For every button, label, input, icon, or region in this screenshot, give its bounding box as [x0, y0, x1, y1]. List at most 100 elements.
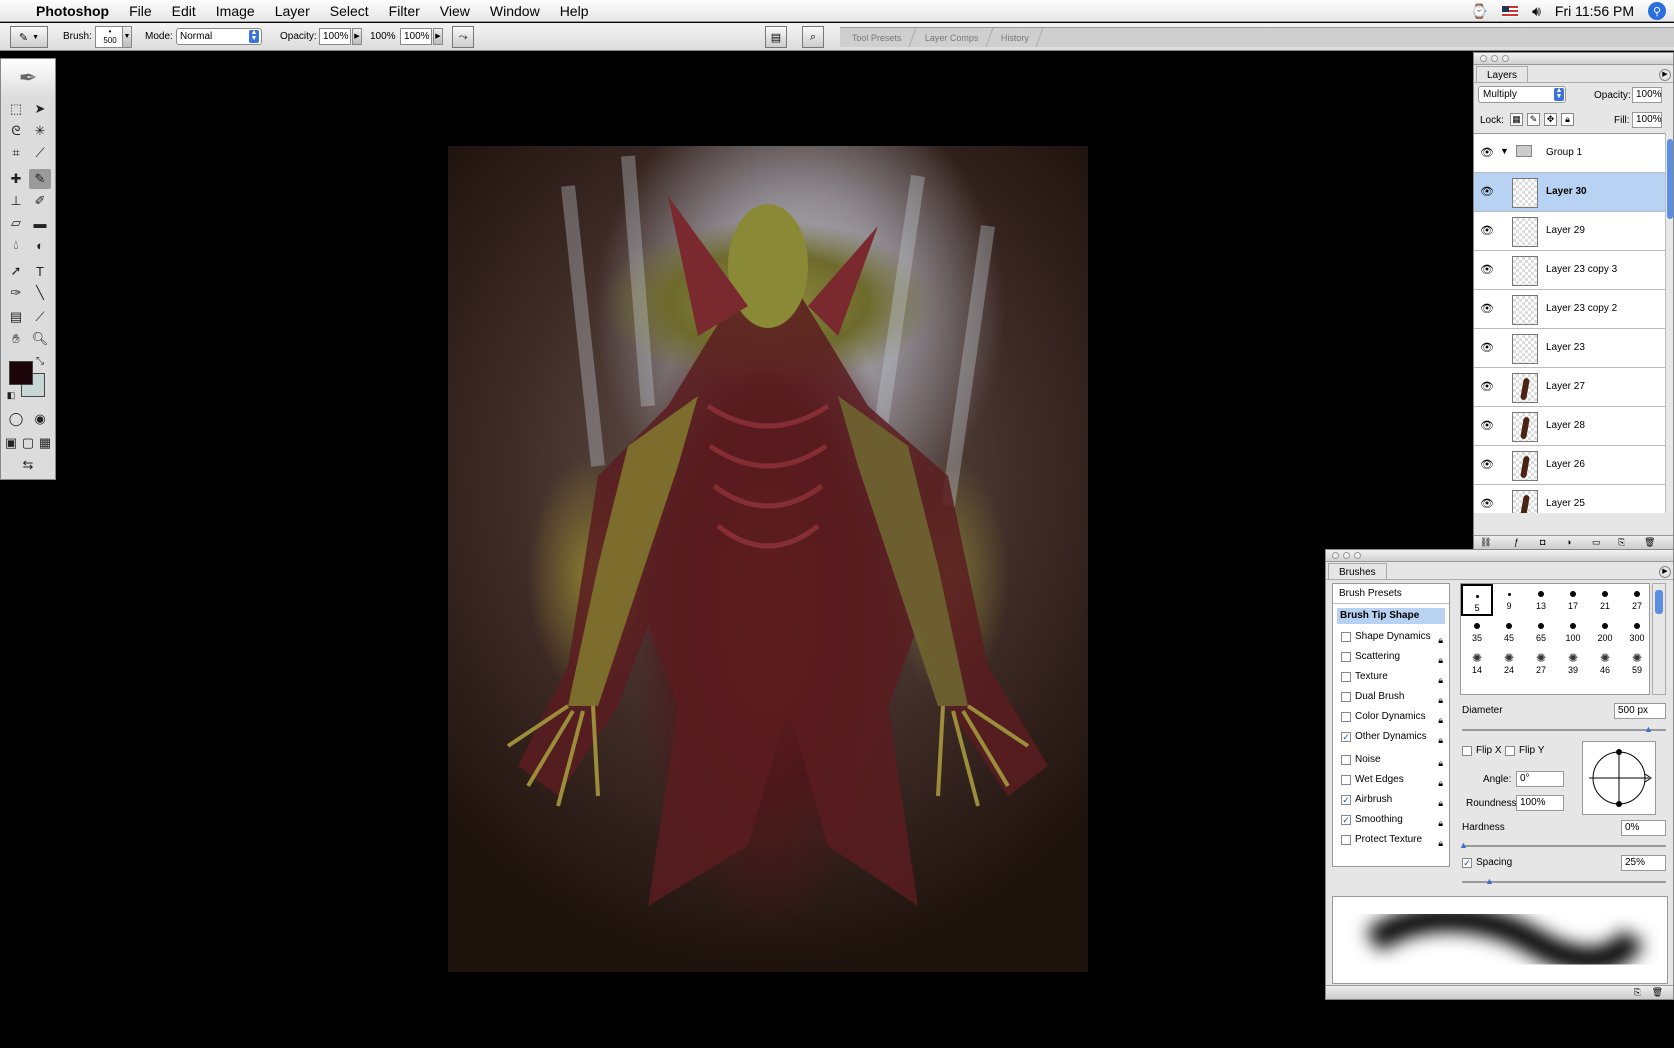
marquee-tool-icon[interactable]: ⬚	[5, 99, 27, 119]
flow-arrow-icon[interactable]: ▶	[433, 28, 443, 45]
brush-option-item[interactable]: Noise 🔒︎	[1333, 751, 1449, 769]
option-checkbox[interactable]	[1341, 835, 1351, 845]
lock-icon[interactable]: 🔒︎	[1438, 651, 1443, 669]
layer-row[interactable]: 👁︎ Layer 28	[1474, 407, 1670, 446]
trash-icon[interactable]: 🗑︎	[1652, 987, 1663, 998]
eye-icon[interactable]: 👁︎	[1478, 185, 1496, 199]
brush-presets-item[interactable]: Brush Presets	[1333, 584, 1449, 604]
brush-option-item[interactable]: ✓ Smoothing 🔒︎	[1333, 811, 1449, 829]
lock-icon[interactable]: 🔒︎	[1438, 671, 1443, 689]
angle-roundness-widget[interactable]	[1582, 741, 1656, 815]
lock-icon[interactable]: 🔒︎	[1438, 794, 1443, 812]
eye-icon[interactable]: 👁︎	[1478, 146, 1496, 160]
palette-toggle-icon[interactable]: ▤	[765, 26, 787, 48]
option-checkbox[interactable]	[1341, 672, 1351, 682]
zoom-icon[interactable]	[1502, 55, 1509, 62]
type-tool-icon[interactable]: T	[29, 261, 51, 281]
layer-row[interactable]: 👁︎ Layer 23	[1474, 329, 1670, 368]
zoom-tool-icon[interactable]: 🔍︎	[29, 329, 51, 349]
diameter-slider[interactable]	[1462, 729, 1666, 731]
line-tool-icon[interactable]: ╲	[29, 283, 51, 303]
brush-tip[interactable]: 21	[1589, 584, 1621, 616]
flow-field[interactable]: 100%	[400, 28, 432, 45]
lock-transparency-icon[interactable]: ▦	[1510, 113, 1523, 126]
layers-title-bar[interactable]	[1474, 53, 1673, 65]
clock[interactable]: Fri 11:56 PM	[1555, 3, 1634, 19]
brush-tip-shape-item[interactable]: Brush Tip Shape	[1337, 608, 1445, 624]
brush-option-item[interactable]: Dual Brush 🔒︎	[1333, 688, 1449, 706]
menu-select[interactable]: Select	[320, 0, 379, 22]
option-checkbox[interactable]: ✓	[1341, 732, 1351, 742]
spotlight-icon[interactable]: ⚲	[1648, 2, 1666, 20]
brush-tip[interactable]: ✺ 59	[1621, 648, 1649, 680]
eye-icon[interactable]: 👁︎	[1478, 302, 1496, 316]
palette-menu-icon[interactable]: ▶	[1659, 69, 1671, 81]
notes-tool-icon[interactable]: ▤	[5, 307, 27, 327]
lock-position-icon[interactable]: ✥	[1544, 113, 1557, 126]
tool-preset-picker[interactable]: ✎ ▼	[10, 26, 48, 48]
close-icon[interactable]	[1480, 55, 1487, 62]
angle-field[interactable]: 0°	[1516, 771, 1564, 787]
brush-tool-icon[interactable]: ✎	[29, 169, 51, 189]
roundness-field[interactable]: 100%	[1516, 795, 1564, 811]
jump-to-imageready-icon[interactable]: ⇆	[5, 455, 51, 475]
disclosure-triangle-icon[interactable]: ▼	[1500, 146, 1509, 156]
brush-option-item[interactable]: Texture 🔒︎	[1333, 668, 1449, 686]
opacity-arrow-icon[interactable]: ▶	[352, 28, 362, 45]
brush-option-item[interactable]: ✓ Other Dynamics 🔒︎	[1333, 728, 1449, 746]
lock-icon[interactable]: 🔒︎	[1438, 814, 1443, 832]
menu-help[interactable]: Help	[550, 0, 599, 22]
layer-row[interactable]: 👁︎ Layer 29	[1474, 212, 1670, 251]
lock-all-icon[interactable]: 🔒︎	[1561, 113, 1574, 126]
brush-tip[interactable]: 27	[1621, 584, 1649, 616]
option-checkbox[interactable]	[1341, 692, 1351, 702]
screen-mode-full-icon[interactable]: ▦	[37, 433, 53, 453]
layer-group-row[interactable]: 👁︎ ▼ Group 1	[1474, 134, 1670, 173]
minimize-icon[interactable]	[1343, 552, 1350, 559]
menu-file[interactable]: File	[119, 0, 162, 22]
minimize-icon[interactable]	[1491, 55, 1498, 62]
lock-pixels-icon[interactable]: ✎	[1527, 113, 1540, 126]
brush-option-item[interactable]: ✓ Airbrush 🔒︎	[1333, 791, 1449, 809]
new-group-icon[interactable]: ▭	[1592, 537, 1601, 548]
brush-tip[interactable]: 65	[1525, 616, 1557, 648]
option-checkbox[interactable]	[1341, 775, 1351, 785]
brushes-title-bar[interactable]	[1326, 550, 1673, 562]
tab-layers[interactable]: Layers	[1476, 66, 1529, 82]
hand-tool-icon[interactable]: ✋︎	[5, 329, 27, 349]
swap-colors-icon[interactable]: ⤡	[33, 355, 47, 367]
tab-brushes[interactable]: Brushes	[1328, 563, 1387, 579]
layer-row[interactable]: 👁︎ Layer 23 copy 2	[1474, 290, 1670, 329]
well-tab-layer-comps[interactable]: Layer Comps	[909, 28, 993, 47]
menu-edit[interactable]: Edit	[162, 0, 206, 22]
layer-row[interactable]: 👁︎ Layer 30	[1474, 173, 1670, 212]
eye-icon[interactable]: 👁︎	[1478, 224, 1496, 238]
app-menu[interactable]: Photoshop	[28, 0, 119, 22]
tips-scrollbar[interactable]	[1652, 583, 1666, 695]
well-tab-history[interactable]: History	[985, 28, 1044, 47]
layers-scroll-thumb[interactable]	[1667, 139, 1673, 219]
gradient-tool-icon[interactable]: ▬	[29, 213, 51, 233]
history-brush-tool-icon[interactable]: ✐	[29, 191, 51, 211]
option-checkbox[interactable]	[1341, 755, 1351, 765]
lock-icon[interactable]: 🔒︎	[1438, 731, 1443, 749]
close-icon[interactable]	[1332, 552, 1339, 559]
move-tool-icon[interactable]: ➤	[29, 99, 51, 119]
mode-select[interactable]: Normal ▲ ▼	[176, 28, 262, 45]
hardness-slider[interactable]	[1462, 845, 1666, 847]
brush-tip[interactable]: ✺ 27	[1525, 648, 1557, 680]
well-tab-tool-presets[interactable]: Tool Presets	[836, 28, 916, 47]
new-brush-icon[interactable]: ⎘	[1634, 987, 1641, 998]
default-colors-icon[interactable]: ◧	[5, 389, 17, 401]
menu-image[interactable]: Image	[206, 0, 265, 22]
option-checkbox[interactable]	[1341, 652, 1351, 662]
lock-icon[interactable]: 🔒︎	[1438, 834, 1443, 852]
adjustment-layer-icon[interactable]: ◑	[1566, 537, 1571, 547]
brush-tip[interactable]: 100	[1557, 616, 1589, 648]
spacing-knob[interactable]: ▲	[1485, 877, 1494, 886]
lock-icon[interactable]: 🔒︎	[1438, 774, 1443, 792]
hardness-field[interactable]: 0%	[1621, 820, 1666, 836]
brush-tip[interactable]: ✺ 24	[1493, 648, 1525, 680]
option-checkbox[interactable]	[1341, 632, 1351, 642]
airbrush-toggle-icon[interactable]: ⤳	[452, 26, 474, 48]
